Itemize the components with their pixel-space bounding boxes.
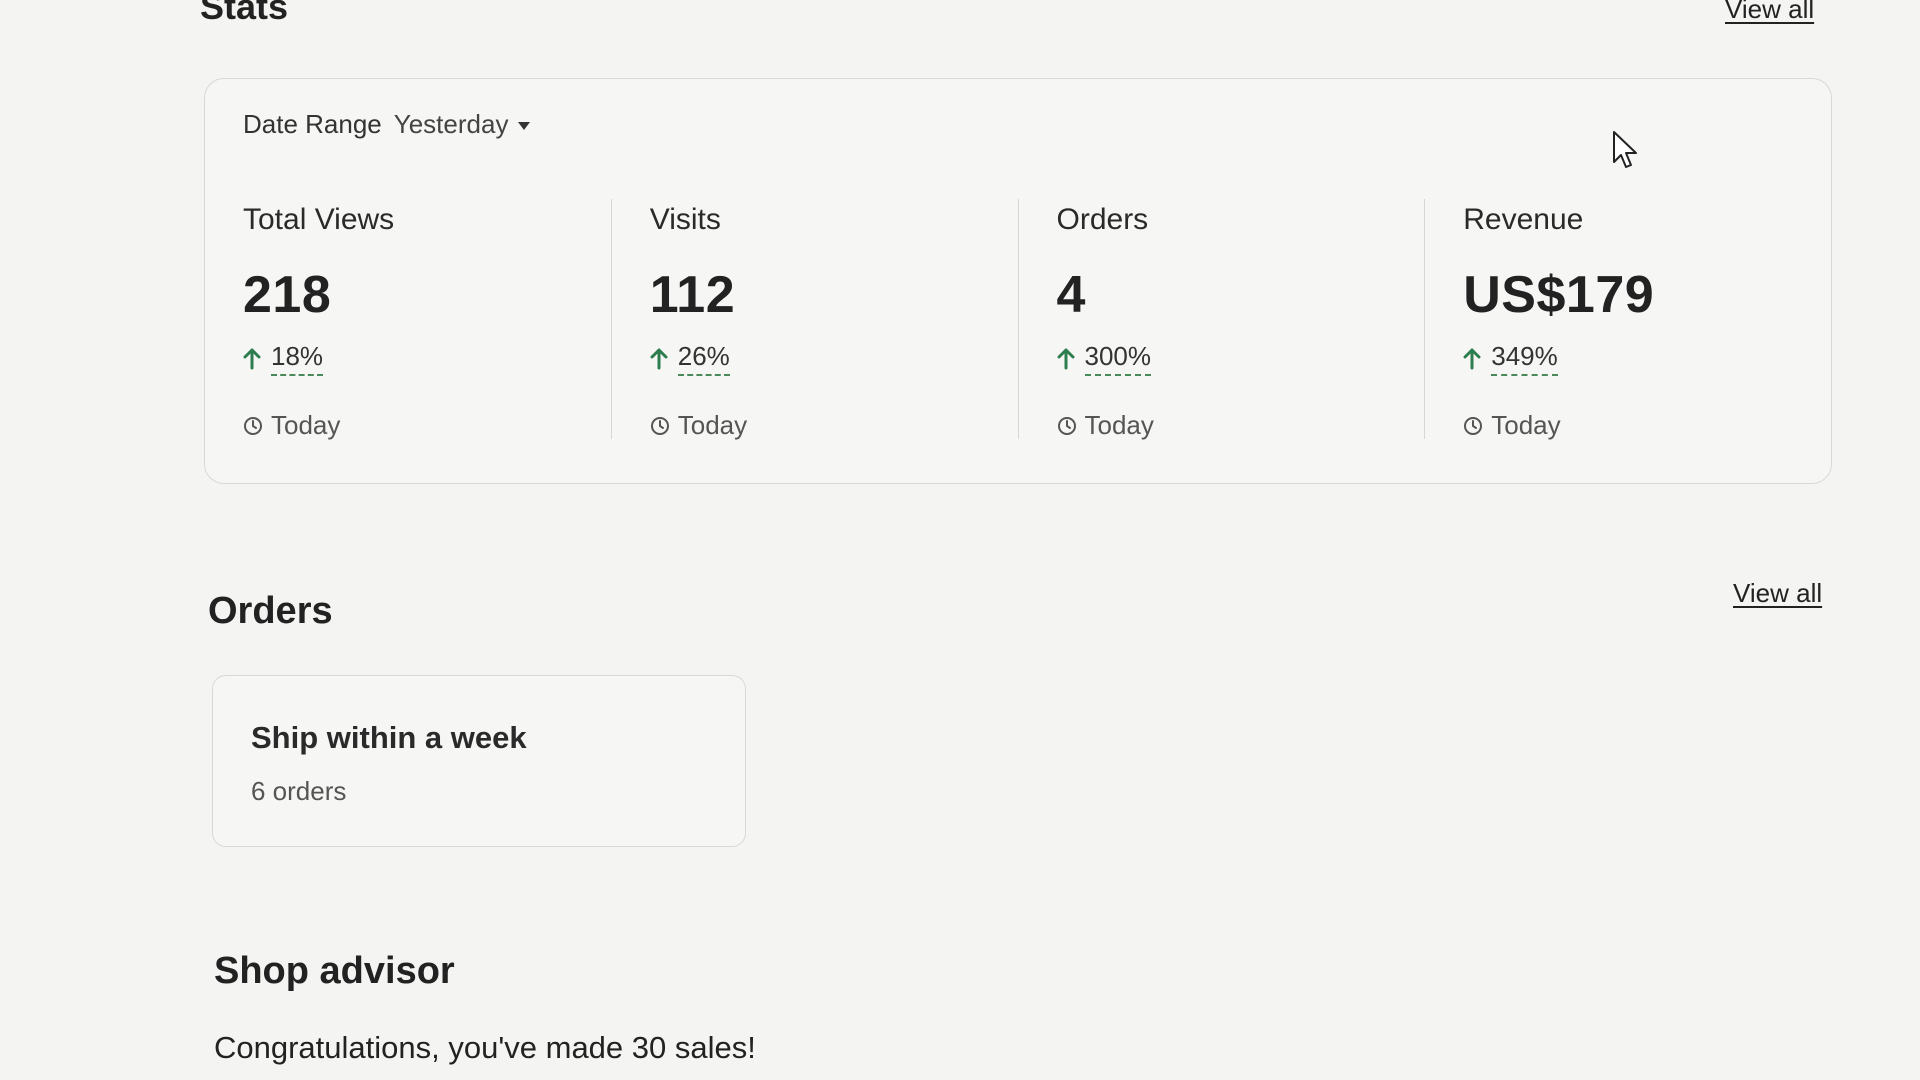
metric-change: 18% bbox=[243, 341, 611, 376]
metric-change-percent[interactable]: 26% bbox=[677, 341, 730, 376]
orders-title: Orders bbox=[208, 590, 333, 632]
metric-visits[interactable]: Visits 112 26% Today bbox=[610, 199, 1018, 441]
dashboard-page: Stats View all Date Range Yesterday Tota… bbox=[0, 0, 1920, 1080]
metric-change-percent[interactable]: 300% bbox=[1084, 341, 1151, 376]
order-card-count: 6 orders bbox=[251, 776, 347, 806]
date-range-select[interactable]: Yesterday bbox=[394, 109, 531, 140]
stats-card: Date Range Yesterday Total Views 218 18% bbox=[204, 78, 1832, 484]
metric-label: Orders bbox=[1056, 203, 1149, 236]
metric-period: Today bbox=[650, 410, 1018, 441]
metrics-row: Total Views 218 18% Today Visits 112 26%… bbox=[205, 199, 1831, 441]
metric-value: US$179 bbox=[1463, 266, 1655, 324]
chevron-down-icon bbox=[518, 122, 531, 130]
metric-change-percent[interactable]: 349% bbox=[1491, 341, 1558, 376]
mouse-cursor-icon bbox=[1612, 130, 1640, 175]
order-card-title: Ship within a week bbox=[251, 720, 527, 755]
arrow-up-icon bbox=[650, 348, 668, 370]
clock-icon bbox=[1463, 416, 1483, 436]
order-filter-card[interactable]: Ship within a week 6 orders bbox=[212, 675, 746, 847]
metric-period-label: Today bbox=[677, 410, 748, 440]
arrow-up-icon bbox=[243, 348, 261, 370]
shop-advisor-message: Congratulations, you've made 30 sales! bbox=[214, 1030, 756, 1065]
stats-view-all-link[interactable]: View all bbox=[1725, 0, 1814, 25]
metric-label: Total Views bbox=[243, 203, 395, 236]
metric-total-views[interactable]: Total Views 218 18% Today bbox=[205, 199, 611, 441]
metric-period-label: Today bbox=[1084, 410, 1154, 440]
date-range: Date Range Yesterday bbox=[243, 109, 531, 140]
date-range-label: Date Range bbox=[243, 109, 382, 139]
metric-orders[interactable]: Orders 4 300% Today bbox=[1017, 199, 1425, 441]
metric-period: Today bbox=[1463, 410, 1831, 441]
metric-label: Visits bbox=[649, 203, 721, 236]
metric-change-percent[interactable]: 18% bbox=[271, 341, 324, 376]
metric-change: 300% bbox=[1057, 341, 1425, 376]
clock-icon bbox=[243, 416, 263, 436]
shop-advisor-title: Shop advisor bbox=[214, 950, 455, 992]
metric-change: 26% bbox=[650, 341, 1018, 376]
metric-change: 349% bbox=[1463, 341, 1831, 376]
metric-period-label: Today bbox=[271, 410, 341, 440]
arrow-up-icon bbox=[1463, 348, 1481, 370]
clock-icon bbox=[650, 416, 670, 436]
clock-icon bbox=[1057, 416, 1077, 436]
metric-value: 112 bbox=[649, 266, 736, 324]
metric-period-label: Today bbox=[1491, 410, 1561, 440]
metric-period: Today bbox=[243, 410, 611, 441]
date-range-value: Yesterday bbox=[393, 109, 509, 139]
metric-revenue[interactable]: Revenue US$179 349% Today bbox=[1424, 199, 1831, 441]
orders-view-all-link[interactable]: View all bbox=[1733, 578, 1822, 609]
metric-value: 4 bbox=[1056, 266, 1086, 324]
metric-value: 218 bbox=[243, 266, 332, 324]
metric-label: Revenue bbox=[1463, 203, 1584, 236]
arrow-up-icon bbox=[1057, 348, 1075, 370]
metric-period: Today bbox=[1057, 410, 1425, 441]
stats-title: Stats bbox=[200, 0, 289, 27]
